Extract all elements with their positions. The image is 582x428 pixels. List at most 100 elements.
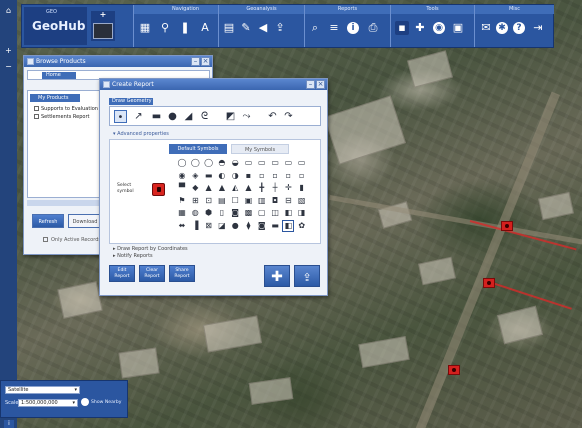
window-titlebar[interactable]: Browse Products – × [24,56,212,67]
symbol-option[interactable]: ▀ [177,183,187,193]
symbol-option[interactable]: ⬌ [177,221,187,231]
symbol-option[interactable]: ▭ [244,158,254,168]
basemap-thumbnail[interactable] [93,23,113,39]
symbol-option[interactable]: ⚑ [177,196,187,206]
edit-report-button[interactable]: Edit Report [109,265,135,282]
speaker-icon[interactable]: ◀ [256,21,270,35]
symbol-option[interactable]: ◪ [217,221,227,231]
symbol-option[interactable]: ▲ [204,183,214,193]
symbol-option[interactable]: ▢ [257,208,267,218]
settings-icon[interactable]: ✱ [496,22,508,34]
info-icon[interactable]: i [347,22,359,34]
active-records-checkbox[interactable] [43,237,48,242]
edit-icon[interactable]: ✎ [239,21,253,35]
symbol-option[interactable]: ◐ [217,171,227,181]
app-logo[interactable]: GEO GeoHub [24,7,87,45]
share-report-button[interactable]: Share Report [169,265,195,282]
tab-my-symbols[interactable]: My Symbols [231,144,289,154]
symbol-option[interactable]: ▧ [297,196,307,206]
close-button[interactable]: × [201,57,210,66]
symbol-option[interactable]: ▩ [244,208,254,218]
symbol-option[interactable]: ☐ [230,196,240,206]
report-marker[interactable] [501,221,513,231]
report-marker[interactable] [448,365,460,375]
refresh-button[interactable]: Refresh [32,214,64,228]
globe-icon[interactable] [81,398,89,406]
zoom-in-icon[interactable]: + [3,46,14,56]
symbol-option[interactable]: ▬ [204,171,214,181]
symbol-option[interactable]: ▦ [177,208,187,218]
add-layer-icon[interactable]: + [97,11,109,19]
freehand-tool-icon[interactable]: ᘓ [198,110,211,123]
symbol-option[interactable]: ▲ [217,183,227,193]
symbol-option[interactable]: ▫ [270,171,280,181]
symbol-option[interactable]: ▫ [297,171,307,181]
symbol-option[interactable]: ◍ [190,208,200,218]
symbol-option[interactable]: ▣ [244,196,254,206]
clear-report-button[interactable]: Clear Report [139,265,165,282]
symbol-option[interactable]: ┼ [270,183,280,193]
symbol-option[interactable]: ▭ [297,158,307,168]
symbol-option[interactable]: ◧ [283,208,293,218]
redo-tool-icon[interactable]: ↷ [282,110,295,123]
layer-tool-icon[interactable]: ▪ [395,21,409,35]
symbol-option[interactable]: ▭ [283,158,293,168]
scale-select[interactable]: 1:500,000,000 ▾ [18,399,78,407]
tree-checkbox[interactable] [34,106,39,111]
symbol-option[interactable]: ▥ [257,196,267,206]
tree-header[interactable]: My Products [30,94,80,102]
zoom-out-icon[interactable]: − [3,62,14,72]
text-tool-icon[interactable]: A [198,21,212,35]
symbol-option[interactable]: ▫ [257,171,267,181]
tree-item[interactable]: Settlements Report [34,114,89,120]
minimize-button[interactable]: – [306,80,315,89]
tab-default-symbols[interactable]: Default Symbols [169,144,227,154]
symbol-option[interactable]: ▬ [270,221,280,231]
current-symbol[interactable] [152,183,165,196]
rectangle-tool-icon[interactable]: ▬ [150,110,163,123]
symbol-option[interactable]: ● [230,221,240,231]
polyline-tool-icon[interactable]: ↗ [132,110,145,123]
symbol-option[interactable]: ⊡ [204,196,214,206]
symbol-option[interactable]: ◉ [177,171,187,181]
symbol-option[interactable]: ✛ [283,183,293,193]
option-draw-by-coordinates[interactable]: ▸ Draw Report by Coordinates [113,246,188,252]
symbol-option[interactable]: ◯ [177,158,187,168]
point-tool-icon[interactable]: • [114,110,127,123]
symbol-option[interactable]: ◧ [282,219,295,232]
grid-icon[interactable]: ▦ [138,21,152,35]
symbol-option[interactable]: ⧫ [244,221,254,231]
list-icon[interactable]: ≡ [327,21,341,35]
symbol-option[interactable]: ╋ [257,183,267,193]
symbol-option[interactable]: ▮ [297,183,307,193]
active-records-checkbox-row[interactable]: Only Active Records [43,237,101,243]
symbol-option[interactable]: ▭ [270,158,280,168]
symbol-option[interactable]: ▐ [190,221,200,231]
symbol-option[interactable]: ⊠ [204,221,214,231]
close-button[interactable]: × [316,80,325,89]
symbol-option[interactable]: ◙ [257,221,267,231]
add-report-button[interactable]: ✚ [264,265,290,287]
symbol-option[interactable]: ▫ [283,171,293,181]
basemap-select[interactable]: Satellite ▾ [5,386,80,394]
symbol-option[interactable]: ◯ [204,158,214,168]
polygon-tool-icon[interactable]: ◢ [182,110,195,123]
bookmark-icon[interactable]: ❚ [178,21,192,35]
symbol-option[interactable]: ◈ [190,171,200,181]
symbol-option[interactable]: ◨ [297,208,307,218]
eraser-tool-icon[interactable]: ◩ [224,110,237,123]
path-home-pill[interactable]: Home [42,72,76,79]
symbol-option[interactable]: ⬢ [204,208,214,218]
info-icon[interactable]: i [4,420,14,428]
symbol-option[interactable]: ◓ [217,158,227,168]
document-icon[interactable]: ▣ [451,21,465,35]
transform-tool-icon[interactable]: ⤳ [240,110,253,123]
symbol-option[interactable]: ◘ [270,196,280,206]
target-icon[interactable]: ◉ [433,22,445,34]
symbol-option[interactable]: ▪ [244,171,254,181]
minimize-button[interactable]: – [191,57,200,66]
symbol-option[interactable]: ▭ [257,158,267,168]
symbol-option[interactable]: ▯ [217,208,227,218]
option-notify-reports[interactable]: ▸ Notify Reports [113,253,153,259]
calculator-icon[interactable]: ▤ [222,21,236,35]
